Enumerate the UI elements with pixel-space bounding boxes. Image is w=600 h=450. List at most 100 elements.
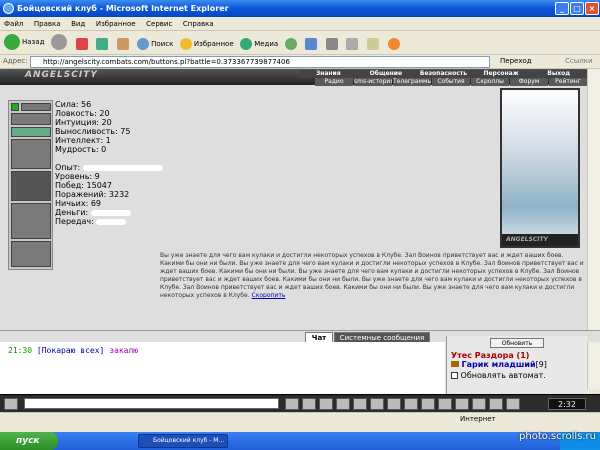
friends-icon[interactable] [489,398,503,410]
nav-exit[interactable]: Выход [530,70,587,78]
media-button[interactable]: Медиа [240,33,278,55]
send-icon[interactable] [285,398,299,410]
player-name[interactable]: Гарик младший [462,360,536,369]
mail-button[interactable] [305,33,319,55]
smile-icon[interactable] [336,398,350,410]
taskbar: пуск Бойцовский клуб - M... [0,432,600,450]
refresh-icon [96,38,109,50]
shield-slot[interactable] [11,171,51,201]
stat-losses: Поражений: 3232 [55,190,130,199]
armor-slot[interactable] [11,139,51,169]
hp-bar [21,103,51,111]
helmet-slot[interactable] [11,113,51,125]
translit-icon[interactable] [353,398,367,410]
watermark: photo.scrolls.ru [519,431,596,442]
menu-view[interactable]: Вид [71,17,85,31]
at-button[interactable] [387,33,402,55]
menu-tools[interactable]: Сервис [146,17,172,31]
filter-icon[interactable] [319,398,333,410]
stat-transfers: Передач: [55,217,94,226]
stat-intuition: Интуиция: 20 [55,118,112,127]
search-icon [137,38,150,50]
pants-slot[interactable] [11,203,51,239]
private-icon[interactable] [387,398,401,410]
nav-events[interactable]: События [432,78,470,86]
rings-slot[interactable] [11,127,51,137]
edit-icon [346,38,359,50]
auto-refresh-checkbox[interactable] [451,372,458,379]
start-button[interactable]: пуск [0,432,58,450]
menu-favorites[interactable]: Избранное [96,17,136,31]
stat-money-row: Деньги: [55,208,175,217]
news-text: Вы уже знаете для чего вам кулаки и дост… [160,252,585,314]
nav-telegrams[interactable]: Телеграммы [393,78,431,86]
nav-forum[interactable]: Форум [510,78,548,86]
forward-button[interactable] [50,31,69,53]
nav-security[interactable]: Безопасность [415,70,472,78]
clan-chat-icon[interactable] [370,398,384,410]
address-label: Адрес: [3,57,28,65]
search-button[interactable]: Поиск [137,33,173,55]
clan-icon [451,361,459,367]
redacted-value [82,164,163,171]
go-button[interactable]: Переход [500,57,532,65]
taskbar-window-button[interactable]: Бойцовский клуб - M... [138,434,228,448]
nav-rating[interactable]: Рейтинг [549,78,587,86]
refresh-online-button[interactable]: Обновить [490,338,544,348]
stat-experience-row: Опыт: [55,163,175,172]
stop-button[interactable] [75,33,90,55]
menu-file[interactable]: Файл [4,17,23,31]
nav-scrolls[interactable]: Скроллы [471,78,509,86]
menu-bar: Файл Правка Вид Избранное Сервис Справка [0,17,600,31]
refresh-button[interactable] [96,33,110,55]
location-image[interactable]: ANGELSCITY [500,88,580,248]
nav-communication[interactable]: Общение [357,70,415,78]
chat-area: 21:30 [Покараю всех] закалю [0,342,445,394]
home-icon [116,38,129,50]
close-button[interactable]: × [585,2,599,15]
back-button[interactable]: Назад [4,31,44,53]
edit-button[interactable] [346,33,360,55]
game-clock: 2:32 [548,398,586,410]
links-button[interactable]: Ссылки [565,57,593,65]
menu-icon[interactable] [4,398,18,410]
nav-character[interactable]: Персонаж [472,70,530,78]
title-bar: Бойцовский клуб - Microsoft Internet Exp… [0,0,600,17]
history-button[interactable] [284,33,299,55]
menu-edit[interactable]: Правка [34,17,61,31]
stat-agility: Ловкость: 20 [55,109,110,118]
home-button[interactable] [116,33,131,55]
forward-arrow-icon [50,34,67,50]
chat-message: закалю [109,346,139,355]
sound-icon[interactable] [421,398,435,410]
settings-icon[interactable] [404,398,418,410]
address-bar: Адрес: http://angelscity.combats.com/but… [0,55,600,69]
player-row[interactable]: Гарик младший[9] [451,360,583,369]
back-label: Назад [22,38,45,46]
news-body: Вы уже знаете для чего вам кулаки и дост… [160,252,584,299]
print-button[interactable] [325,33,340,55]
nav-sms-history[interactable]: sms-история [354,78,392,86]
minimize-button[interactable]: _ [555,2,569,15]
boots-slot[interactable] [11,241,51,267]
favorites-button[interactable]: Избранное [179,33,234,55]
messenger-button[interactable] [366,33,381,55]
media-icon [240,38,253,50]
nav-radio[interactable]: Радио [315,78,353,86]
map-icon[interactable] [455,398,469,410]
fight-icon[interactable] [506,398,520,410]
news-link[interactable]: Скоропить [252,292,286,299]
stat-strength: Сила: 56 [55,100,92,109]
chat-sender[interactable]: [Покараю всех] [37,346,104,355]
print-icon [325,38,338,50]
inventory-icon[interactable] [438,398,452,410]
chat-input[interactable] [24,398,279,409]
address-input[interactable]: http://angelscity.combats.com/buttons.pl… [30,56,490,68]
clear-icon[interactable] [302,398,316,410]
info-icon[interactable] [472,398,486,410]
window-title: Бойцовский клуб - Microsoft Internet Exp… [17,4,229,13]
menu-help[interactable]: Справка [183,17,214,31]
nav-knowledge[interactable]: Знания [300,70,357,78]
maximize-button[interactable]: □ [570,2,584,15]
stat-intellect: Интеллект: 1 [55,136,111,145]
